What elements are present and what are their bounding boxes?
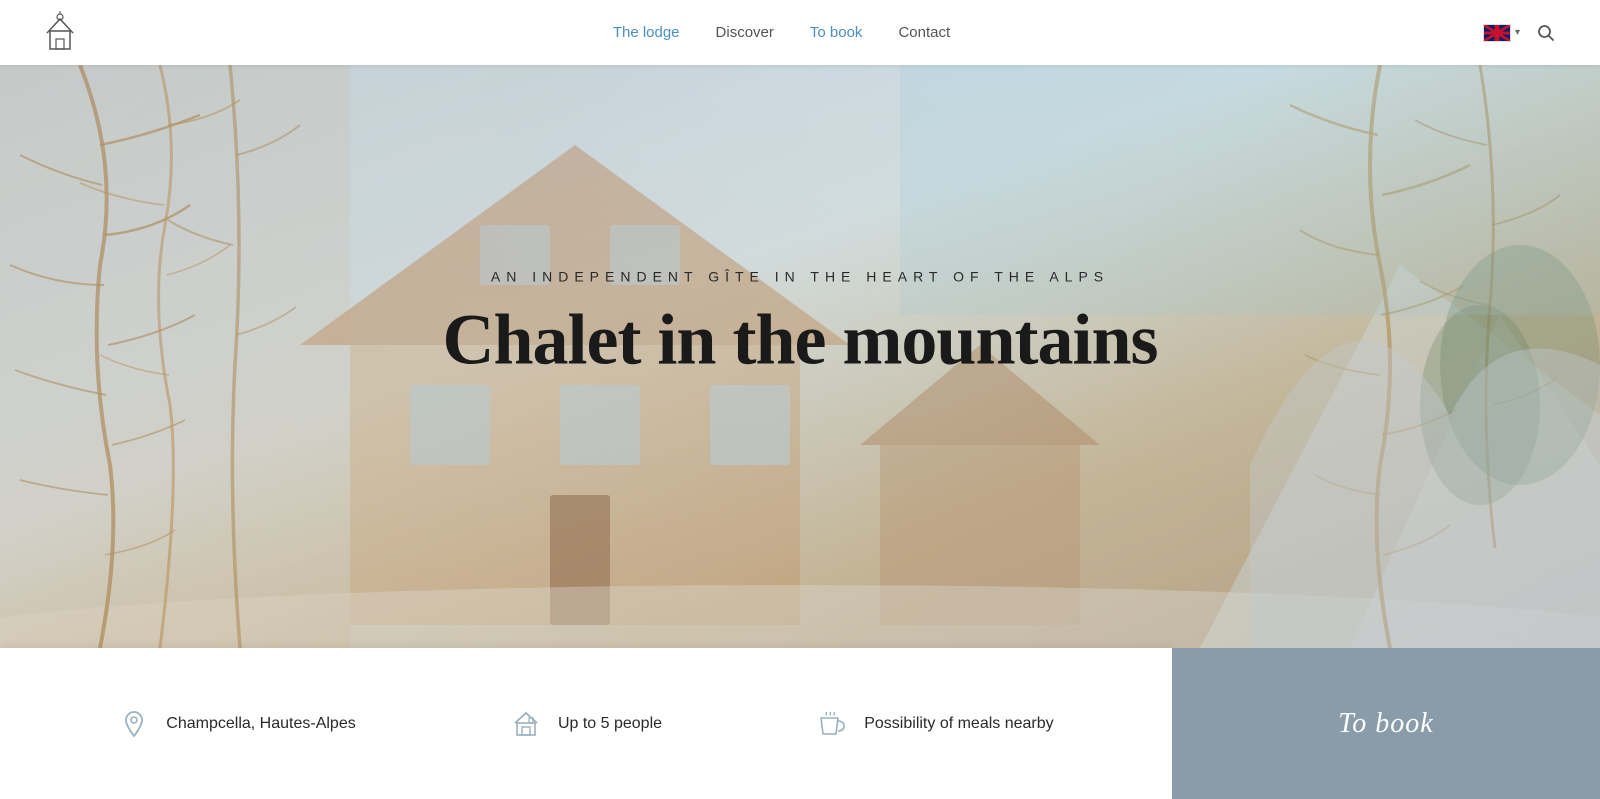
- capacity-text: Up to 5 people: [558, 715, 662, 733]
- logo[interactable]: [40, 8, 80, 58]
- search-icon: [1536, 23, 1556, 43]
- nav-contact[interactable]: Contact: [898, 24, 950, 41]
- divider-1: [432, 699, 433, 749]
- to-book-label: To book: [1338, 708, 1433, 740]
- hero-title: Chalet in the mountains: [442, 300, 1157, 379]
- location-text: Champcella, Hautes-Alpes: [166, 715, 355, 733]
- search-button[interactable]: [1532, 19, 1560, 47]
- capacity-item: Up to 5 people: [510, 708, 662, 740]
- main-nav: The lodge Discover To book Contact: [613, 24, 950, 41]
- nav-right: ▾: [1483, 19, 1560, 47]
- divider-2: [739, 699, 740, 749]
- hero-content: AN INDEPENDENT GÎTE IN THE HEART OF THE …: [442, 268, 1157, 379]
- nav-to-book[interactable]: To book: [810, 24, 863, 41]
- nav-discover[interactable]: Discover: [716, 24, 774, 41]
- language-chevron: ▾: [1515, 27, 1520, 38]
- hero-subtitle: AN INDEPENDENT GÎTE IN THE HEART OF THE …: [442, 268, 1157, 284]
- info-bar: Champcella, Hautes-Alpes Up to 5 people: [0, 648, 1172, 799]
- to-book-panel[interactable]: To book: [1172, 648, 1600, 799]
- site-header: The lodge Discover To book Contact ▾: [0, 0, 1600, 65]
- meals-item: Possibility of meals nearby: [816, 708, 1053, 740]
- nav-the-lodge[interactable]: The lodge: [613, 24, 680, 41]
- location-icon: [118, 708, 150, 740]
- meals-text: Possibility of meals nearby: [864, 715, 1053, 733]
- hero-section: AN INDEPENDENT GÎTE IN THE HEART OF THE …: [0, 0, 1600, 648]
- meals-icon: [816, 708, 848, 740]
- flag-uk-icon: [1483, 24, 1511, 42]
- capacity-icon: [510, 708, 542, 740]
- location-item: Champcella, Hautes-Alpes: [118, 708, 355, 740]
- logo-icon: [40, 8, 80, 58]
- language-selector[interactable]: ▾: [1483, 24, 1520, 42]
